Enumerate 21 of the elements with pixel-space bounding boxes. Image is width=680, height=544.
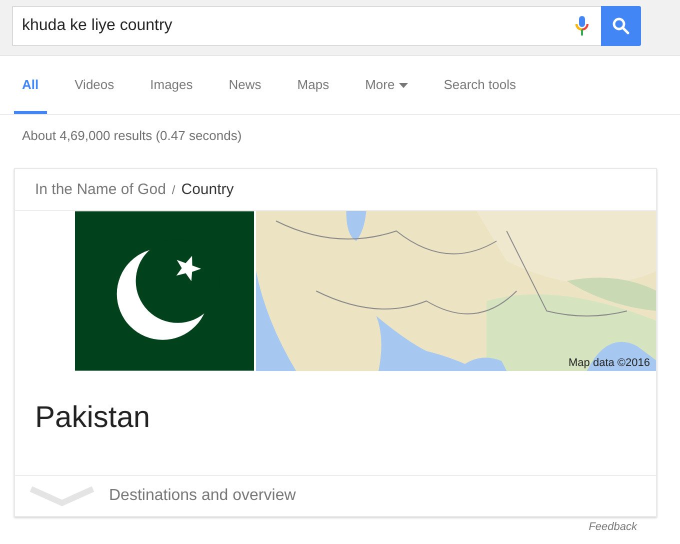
chevron-icon <box>29 485 95 507</box>
search-icon <box>612 17 630 35</box>
search-tab[interactable]: Search tools <box>436 56 524 114</box>
expander-label: Destinations and overview <box>109 487 296 505</box>
search-tab[interactable]: All <box>14 56 47 114</box>
breadcrumb-link[interactable]: In the Name of God <box>35 181 166 198</box>
microphone-icon[interactable] <box>575 15 589 37</box>
search-field[interactable]: khuda ke liye country <box>12 6 601 46</box>
breadcrumb-current: Country <box>181 181 234 198</box>
search-tab[interactable]: News <box>220 56 270 114</box>
search-tab[interactable]: Videos <box>66 56 122 114</box>
search-button[interactable] <box>601 6 641 46</box>
search-tab[interactable]: More <box>357 56 416 114</box>
result-stats: About 4,69,000 results (0.47 seconds) <box>21 127 243 145</box>
feedback-link[interactable]: Feedback <box>588 521 637 533</box>
breadcrumb-separator: / <box>172 182 176 196</box>
entity-title: Pakistan <box>15 371 656 476</box>
expander-row[interactable]: Destinations and overview <box>15 476 656 516</box>
search-tab[interactable]: Images <box>142 56 201 114</box>
search-tab[interactable]: Maps <box>289 56 338 114</box>
map-attribution: Map data ©2016 <box>568 357 650 369</box>
